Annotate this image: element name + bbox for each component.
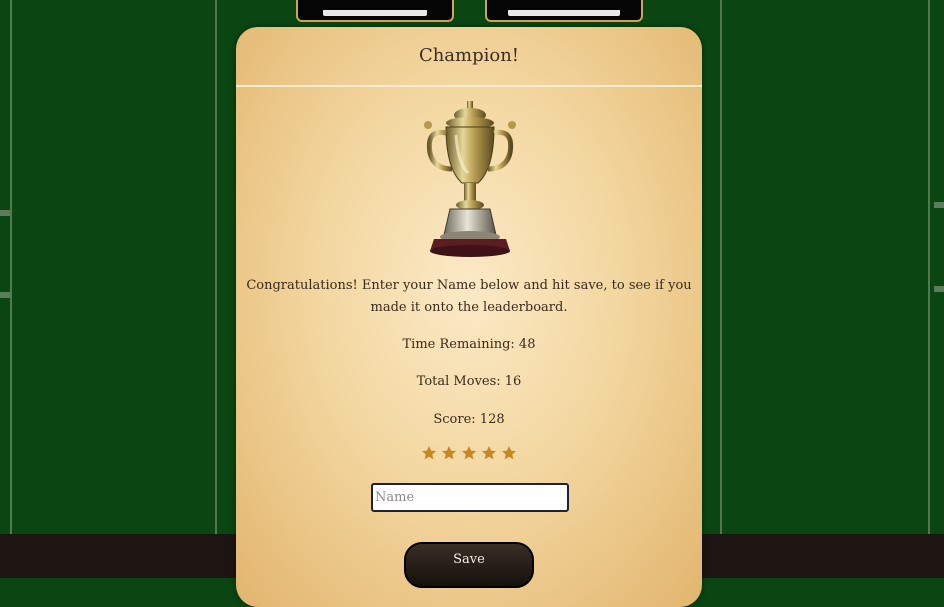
field-tick — [0, 292, 10, 298]
champion-modal: Champion! Congratulations! Enter your Na… — [236, 27, 702, 607]
top-button-left[interactable] — [296, 0, 454, 22]
name-input[interactable] — [371, 483, 569, 512]
star-icon — [422, 446, 436, 460]
star-icon — [482, 446, 496, 460]
star-icon — [462, 446, 476, 460]
modal-header: Champion! — [236, 27, 702, 87]
score: Score: 128 — [433, 412, 505, 427]
field-line-center-right — [720, 0, 722, 540]
modal-title: Champion! — [418, 45, 520, 66]
field-tick — [934, 202, 944, 208]
top-button-right[interactable] — [485, 0, 643, 22]
star-icon — [442, 446, 456, 460]
time-remaining: Time Remaining: 48 — [402, 337, 536, 352]
field-line-center-left — [215, 0, 217, 540]
field-tick — [0, 210, 10, 216]
star-icon — [502, 446, 516, 460]
congratulations-message: Congratulations! Enter your Name below a… — [246, 278, 692, 315]
star-rating — [236, 445, 702, 465]
trophy-icon — [416, 99, 526, 261]
total-moves: Total Moves: 16 — [416, 374, 522, 389]
field-line-left — [10, 0, 12, 540]
field-tick — [934, 286, 944, 292]
field-line-right — [928, 0, 930, 540]
save-button[interactable]: Save — [404, 542, 534, 588]
